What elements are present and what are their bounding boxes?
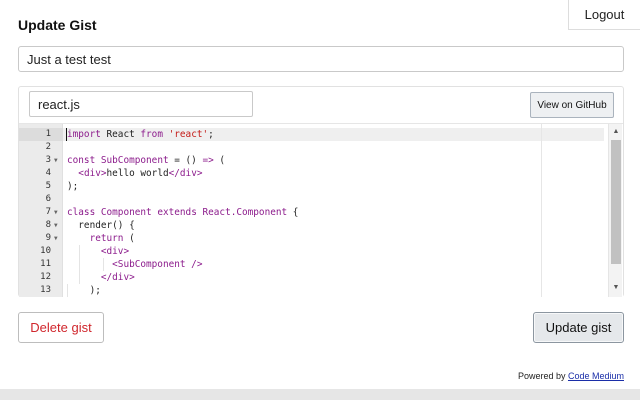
code-area[interactable]: import React from 'react'; const SubComp…	[63, 124, 604, 297]
gutter-row: 13	[19, 284, 63, 297]
filename-input[interactable]	[29, 91, 253, 117]
code-line-12: </div>	[67, 271, 135, 284]
code-line-9: return (	[67, 232, 135, 245]
line-number: 2	[45, 142, 51, 152]
fold-arrow-icon[interactable]: ▼	[54, 206, 58, 219]
code-line-1: import React from 'react';	[67, 128, 214, 141]
code-token: {	[287, 207, 299, 218]
delete-gist-button[interactable]: Delete gist	[18, 312, 104, 343]
gutter-row: 12	[19, 271, 63, 284]
line-number: 3	[45, 155, 51, 165]
gutter-row: 7 ▼	[19, 206, 63, 219]
line-number: 10	[40, 246, 51, 256]
logout-button[interactable]: Logout	[568, 0, 640, 30]
code-token-tag: <div>	[100, 246, 130, 257]
code-token-tag: </div>	[100, 272, 135, 283]
gutter-row: 5	[19, 180, 63, 193]
bottom-bar	[0, 389, 640, 400]
code-line-7: class Component extends React.Component …	[67, 206, 298, 219]
scroll-down-arrow-icon[interactable]: ▼	[609, 282, 623, 294]
update-gist-button[interactable]: Update gist	[533, 312, 624, 343]
code-medium-link[interactable]: Code Medium	[568, 371, 624, 381]
gutter-row: 8 ▼	[19, 219, 63, 232]
code-token: (	[213, 155, 226, 166]
gist-file-card: View on GitHub 123▼4567▼8▼9▼1011121314 i…	[18, 86, 624, 297]
line-number: 8	[45, 220, 51, 230]
code-token-function: React.Component	[196, 207, 288, 218]
code-line-11: <SubComponent />	[67, 258, 202, 271]
gutter-row: 4	[19, 167, 63, 180]
code-token-function: SubComponent	[95, 155, 169, 166]
code-token: (	[123, 233, 135, 244]
code-token-keyword: =>	[202, 155, 214, 166]
text-cursor	[66, 128, 67, 141]
fold-arrow-icon[interactable]: ▼	[54, 232, 58, 245]
code-editor[interactable]: 123▼4567▼8▼9▼1011121314 import React fro…	[19, 123, 623, 297]
line-number: 4	[45, 168, 51, 178]
code-line-4: <div>hello world</div>	[67, 167, 203, 180]
code-token-function: Component	[95, 207, 152, 218]
code-line-10: <div>	[67, 245, 129, 258]
footer-credit: Powered by Code Medium	[518, 371, 624, 381]
view-on-github-button[interactable]: View on GitHub	[530, 92, 614, 118]
vertical-scrollbar[interactable]: ▲ ▼	[608, 124, 622, 297]
gist-description-input[interactable]	[18, 46, 624, 72]
gutter-row: 2	[19, 141, 63, 154]
line-number: 9	[45, 233, 51, 243]
line-number: 1	[45, 129, 51, 139]
code-token: React	[100, 129, 141, 140]
code-token-keyword: from	[140, 129, 163, 140]
code-token-tag: <SubComponent />	[112, 259, 203, 270]
gutter-row: 9 ▼	[19, 232, 63, 245]
gutter-row: 1	[19, 128, 63, 141]
line-number: 7	[45, 207, 51, 217]
gutter-row: 3 ▼	[19, 154, 63, 167]
scrollbar-thumb[interactable]	[611, 140, 621, 264]
code-line-5: );	[67, 181, 79, 192]
editor-gutter: 123▼4567▼8▼9▼1011121314	[19, 124, 63, 297]
code-token-keyword: const	[67, 155, 96, 166]
page-title: Update Gist	[18, 17, 97, 33]
scroll-up-arrow-icon[interactable]: ▲	[609, 126, 623, 138]
code-token: = ()	[168, 155, 203, 166]
fold-arrow-icon[interactable]: ▼	[54, 219, 58, 232]
gutter-row: 10	[19, 245, 63, 258]
footer-text: Powered by	[517, 371, 568, 381]
line-number: 6	[45, 194, 51, 204]
code-line-8: render() {	[67, 220, 135, 231]
line-number: 12	[40, 272, 51, 282]
line-number: 13	[40, 285, 51, 295]
code-token-tag: <div>	[78, 168, 107, 179]
code-token-keyword: return	[89, 233, 124, 244]
code-token-string: 'react'	[162, 129, 209, 140]
code-line-3: const SubComponent = () => (	[67, 154, 225, 167]
code-line-13: );	[67, 285, 101, 296]
gutter-row: 6	[19, 193, 63, 206]
code-token-text: hello world	[106, 168, 169, 179]
code-token-tag: </div>	[168, 168, 203, 179]
gutter-row: 11	[19, 258, 63, 271]
print-margin	[541, 124, 542, 297]
code-token: ;	[208, 129, 214, 140]
code-token-keyword: import	[67, 129, 101, 140]
code-token-keyword: class	[67, 207, 96, 218]
code-token-keyword: extends	[151, 207, 197, 218]
line-number: 11	[40, 259, 51, 269]
fold-arrow-icon[interactable]: ▼	[54, 154, 58, 167]
line-number: 5	[45, 181, 51, 191]
